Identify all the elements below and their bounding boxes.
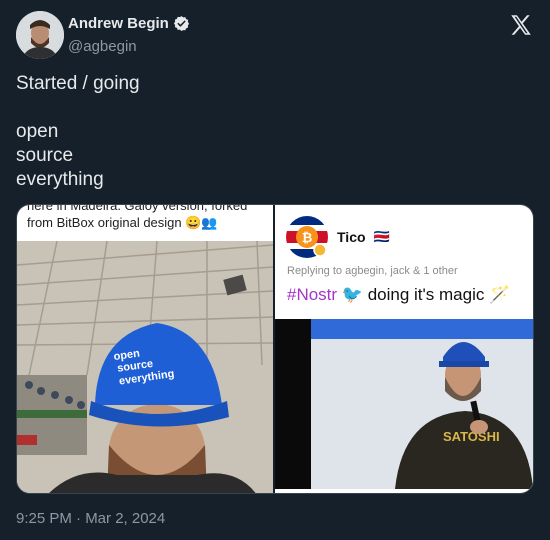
svg-text:₿: ₿	[302, 230, 313, 245]
tico-header: ₿ Tico 🇨🇷	[285, 215, 390, 259]
post-line: Started / going	[16, 73, 140, 94]
post-line: source	[16, 145, 74, 166]
stadium-photo: open source everything	[17, 240, 273, 493]
media-grid: here in Madeira. Galoy version, forked f…	[16, 204, 534, 494]
bitcoin-avatar-icon: ₿	[286, 216, 328, 258]
post-timestamp[interactable]: 9:25 PM · Mar 2, 2024	[16, 510, 165, 527]
author-name[interactable]: Andrew Begin	[68, 15, 190, 32]
tweet-card: Andrew Begin @agbegin Started / going op…	[0, 0, 550, 540]
ostrich-icon: 🐦	[341, 285, 363, 304]
author-name-text[interactable]: Andrew Begin	[68, 15, 169, 32]
post-text: Started / going open source everything	[16, 72, 526, 192]
tico-username: Tico	[337, 229, 366, 245]
author-handle[interactable]: @agbegin	[68, 38, 137, 55]
post-line: open	[16, 121, 59, 142]
shirt-text: SATOSHI	[443, 429, 500, 444]
post-line: everything	[16, 169, 104, 190]
post-line	[16, 96, 526, 120]
replying-to: Replying to agbegin, jack & 1 other	[287, 265, 458, 277]
media-image-left[interactable]: here in Madeira. Galoy version, forked f…	[17, 205, 273, 493]
verified-badge-icon	[173, 16, 189, 31]
x-logo-icon[interactable]	[508, 12, 534, 38]
costa-rica-flag-icon: 🇨🇷	[373, 229, 390, 244]
avatar[interactable]	[16, 11, 64, 59]
nostr-message: #Nostr 🐦 doing it's magic 🪄	[287, 285, 510, 305]
nostr-hashtag: #Nostr	[287, 285, 338, 304]
magic-wand-icon: 🪄	[489, 285, 511, 304]
nostr-message-text: doing it's magic	[362, 285, 485, 304]
media-image-right[interactable]: ₿ Tico 🇨🇷 Replying to agbegin, jack & 1 …	[275, 205, 533, 493]
speaker-photo: SATOSHI	[275, 319, 533, 489]
